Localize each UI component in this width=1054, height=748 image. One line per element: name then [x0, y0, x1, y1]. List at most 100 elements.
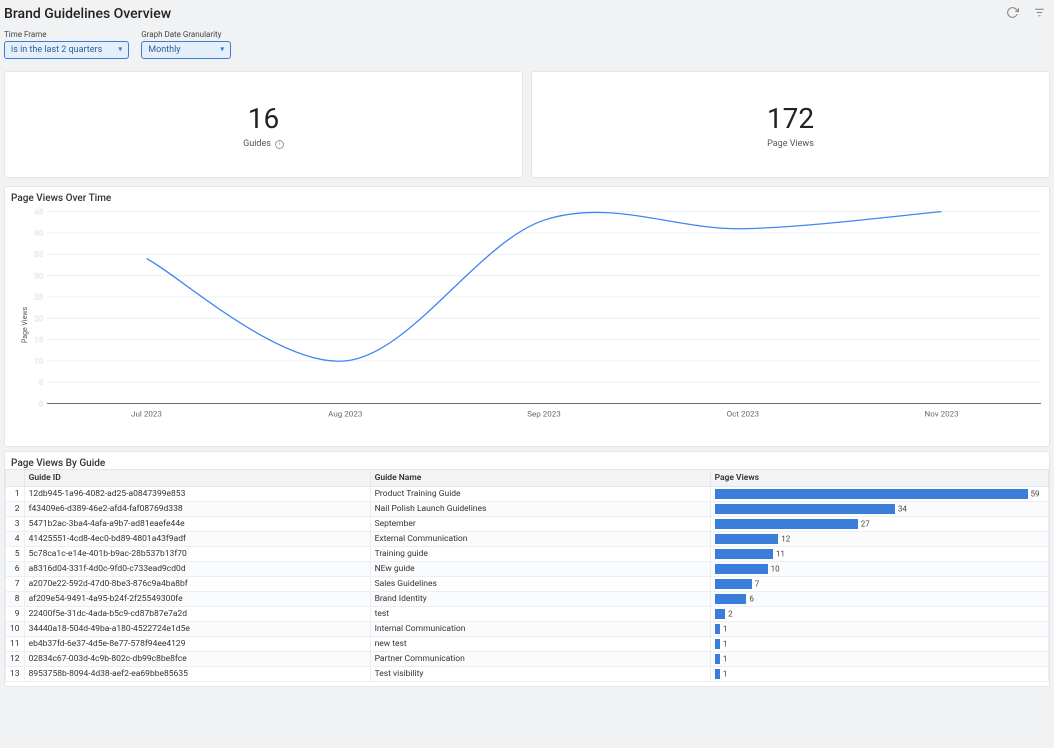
table-row[interactable]: 8af209e54-9491-4a95-b24f-2f25549300feBra…	[6, 592, 1049, 607]
row-guide-name: Product Training Guide	[370, 487, 710, 502]
svg-text:5: 5	[39, 378, 44, 387]
row-guide-name: NEw guide	[370, 562, 710, 577]
kpi-views-card: 172 Page Views	[531, 71, 1050, 178]
row-index: 2	[6, 502, 25, 517]
filter-granularity-label: Graph Date Granularity	[141, 30, 231, 39]
row-index: 11	[6, 637, 25, 652]
row-index: 6	[6, 562, 25, 577]
row-guide-name: September	[370, 517, 710, 532]
svg-text:20: 20	[34, 314, 43, 323]
kpi-guides-value: 16	[248, 102, 279, 135]
row-guide-id: 41425551-4cd8-4ec0-bd89-4801a43f9adf	[24, 532, 370, 547]
row-guide-name: test	[370, 607, 710, 622]
filter-icon[interactable]	[1033, 6, 1046, 19]
bar-value: 7	[752, 580, 760, 589]
row-page-views-bar: 1	[710, 637, 1048, 652]
kpi-views-label: Page Views	[767, 139, 814, 149]
table-header-name[interactable]: Guide Name	[370, 470, 710, 487]
bar-fill	[715, 564, 768, 574]
table-row[interactable]: 1034440a18-504d-49ba-a180-4522724e1d5eIn…	[6, 622, 1049, 637]
row-index: 5	[6, 547, 25, 562]
bar-value: 27	[858, 520, 870, 529]
row-guide-name: Partner Communication	[370, 652, 710, 667]
table-row[interactable]: 11eb4b37fd-6e37-4d5e-8e77-578f94ee4129ne…	[6, 637, 1049, 652]
chevron-down-icon: ▾	[118, 45, 122, 55]
svg-text:Jul 2023: Jul 2023	[131, 410, 162, 419]
table-row[interactable]: 441425551-4cd8-4ec0-bd89-4801a43f9adfExt…	[6, 532, 1049, 547]
table-header-index	[6, 470, 25, 487]
info-icon[interactable]: i	[275, 140, 284, 149]
svg-text:15: 15	[34, 336, 44, 345]
kpi-guides-card: 16 Guides i	[4, 71, 523, 178]
table-row[interactable]: 2f43409e6-d389-46e2-afd4-faf08769d338Nai…	[6, 502, 1049, 517]
table-header-views[interactable]: Page Views	[710, 470, 1048, 487]
page-title: Brand Guidelines Overview	[4, 6, 171, 22]
row-index: 13	[6, 667, 25, 682]
row-page-views-bar: 34	[710, 502, 1048, 517]
table-row[interactable]: 7a2070e22-592d-47d0-8be3-876c9a4ba8bfSal…	[6, 577, 1049, 592]
filter-timeframe-label: Time Frame	[4, 30, 129, 39]
svg-text:35: 35	[34, 250, 44, 259]
bar-value: 1	[720, 670, 728, 679]
line-chart-title: Page Views Over Time	[5, 187, 1049, 204]
guides-table: Guide ID Guide Name Page Views 112db945-…	[5, 469, 1049, 682]
row-guide-name: Sales Guidelines	[370, 577, 710, 592]
table-header-row: Guide ID Guide Name Page Views	[6, 470, 1049, 487]
row-guide-id: 8953758b-8094-4d38-aef2-ea69bbe85635	[24, 667, 370, 682]
bar-fill	[715, 534, 779, 544]
row-guide-id: a8316d04-331f-4d0c-9fd0-c733ead9cd0d	[24, 562, 370, 577]
bar-value: 59	[1028, 490, 1040, 499]
line-series	[146, 212, 941, 362]
table-row[interactable]: 112db945-1a96-4082-ad25-a0847399e853Prod…	[6, 487, 1049, 502]
table-row[interactable]: 55c78ca1c-e14e-401b-b9ac-28b537b13f70Tra…	[6, 547, 1049, 562]
header-actions	[1006, 6, 1046, 19]
bar-value: 2	[725, 610, 733, 619]
filter-timeframe-group: Time Frame is in the last 2 quarters ▾	[4, 30, 129, 59]
bar-value: 10	[768, 565, 780, 574]
table-row[interactable]: 1202834c67-003d-4c9b-802c-db99c8be8fcePa…	[6, 652, 1049, 667]
line-chart-svg: 051015202530354045Jul 2023Aug 2023Sep 20…	[29, 208, 1045, 420]
filter-timeframe-select[interactable]: is in the last 2 quarters ▾	[4, 41, 129, 59]
svg-text:30: 30	[34, 272, 43, 281]
row-guide-name: Training guide	[370, 547, 710, 562]
table-row[interactable]: 922400f5e-31dc-4ada-b5c9-cd87b87e7a2dtes…	[6, 607, 1049, 622]
table-row[interactable]: 6a8316d04-331f-4d0c-9fd0-c733ead9cd0dNEw…	[6, 562, 1049, 577]
row-guide-name: Internal Communication	[370, 622, 710, 637]
table-row[interactable]: 138953758b-8094-4d38-aef2-ea69bbe85635Te…	[6, 667, 1049, 682]
bar-fill	[715, 549, 773, 559]
row-index: 12	[6, 652, 25, 667]
table-header-id[interactable]: Guide ID	[24, 470, 370, 487]
bar-value: 11	[773, 550, 785, 559]
bar-fill	[715, 489, 1028, 499]
svg-text:25: 25	[34, 293, 44, 302]
kpi-guides-label: Guides	[243, 139, 271, 149]
row-guide-id: 34440a18-504d-49ba-a180-4522724e1d5e	[24, 622, 370, 637]
page-views-over-time-panel: Page Views Over Time Page Views 05101520…	[4, 186, 1050, 447]
bar-value: 6	[746, 595, 754, 604]
filter-granularity-select[interactable]: Monthly ▾	[141, 41, 231, 59]
line-chart-ylabel: Page Views	[21, 307, 29, 343]
kpi-row: 16 Guides i 172 Page Views	[0, 67, 1054, 182]
svg-text:Oct 2023: Oct 2023	[727, 410, 759, 419]
row-guide-name: Nail Polish Launch Guidelines	[370, 502, 710, 517]
row-index: 9	[6, 607, 25, 622]
chevron-down-icon: ▾	[220, 45, 224, 55]
row-page-views-bar: 1	[710, 622, 1048, 637]
row-guide-name: Brand Identity	[370, 592, 710, 607]
table-row[interactable]: 35471b2ac-3ba4-4afa-a9b7-ad81eaefe44eSep…	[6, 517, 1049, 532]
row-page-views-bar: 1	[710, 652, 1048, 667]
row-page-views-bar: 10	[710, 562, 1048, 577]
filter-timeframe-value: is in the last 2 quarters	[11, 45, 102, 55]
row-page-views-bar: 2	[710, 607, 1048, 622]
row-guide-id: eb4b37fd-6e37-4d5e-8e77-578f94ee4129	[24, 637, 370, 652]
svg-text:Nov 2023: Nov 2023	[924, 410, 958, 419]
row-guide-id: 02834c67-003d-4c9b-802c-db99c8be8fce	[24, 652, 370, 667]
bar-value: 1	[720, 640, 728, 649]
row-guide-id: 22400f5e-31dc-4ada-b5c9-cd87b87e7a2d	[24, 607, 370, 622]
kpi-views-value: 172	[767, 102, 814, 135]
row-index: 1	[6, 487, 25, 502]
bar-fill	[715, 594, 747, 604]
refresh-icon[interactable]	[1006, 6, 1019, 19]
row-guide-id: 5471b2ac-3ba4-4afa-a9b7-ad81eaefe44e	[24, 517, 370, 532]
bar-value: 12	[778, 535, 790, 544]
